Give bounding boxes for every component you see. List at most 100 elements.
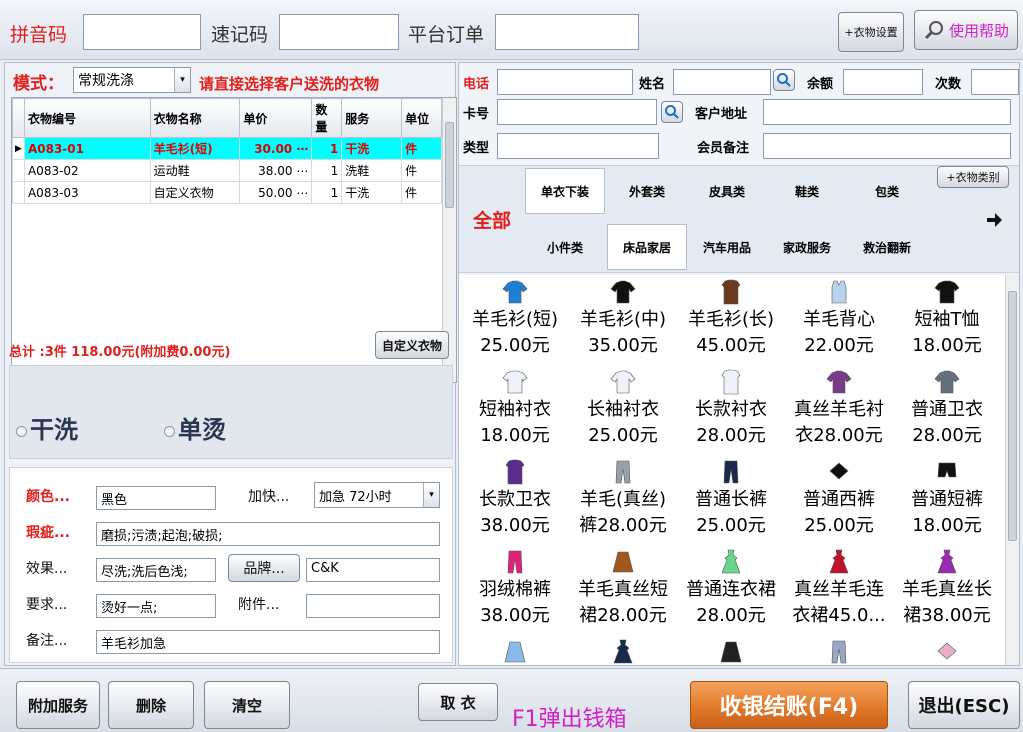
category-tab[interactable]: 皮具类 xyxy=(687,168,767,214)
effect-label[interactable]: 效果... xyxy=(26,558,67,578)
member-note-label: 会员备注 xyxy=(697,141,750,156)
extra-service-button[interactable]: 附加服务 xyxy=(16,681,100,729)
category-tab[interactable]: 鞋类 xyxy=(767,168,847,214)
product-item[interactable]: 真丝羊毛衬 衣28.00元 xyxy=(785,369,893,449)
product-item[interactable]: 长款卫衣 38.00元 xyxy=(461,459,569,539)
product-item[interactable] xyxy=(677,639,785,665)
exit-button[interactable]: 退出(ESC) xyxy=(908,681,1020,729)
product-item[interactable]: 羽绒棉裤 38.00元 xyxy=(461,549,569,629)
count-input[interactable] xyxy=(971,69,1019,95)
scrollbar-thumb[interactable] xyxy=(1008,291,1017,541)
product-item[interactable]: 真丝羊毛连 衣裙45.0... xyxy=(785,549,893,629)
suji-input[interactable] xyxy=(279,14,399,50)
scrollbar-thumb[interactable] xyxy=(445,122,454,208)
product-item[interactable]: 普通卫衣 28.00元 xyxy=(893,369,1001,449)
arrow-right-icon[interactable] xyxy=(985,212,1003,228)
product-item[interactable] xyxy=(461,639,569,665)
color-field[interactable]: 黑色 xyxy=(96,486,216,510)
category-tab[interactable]: 家政服务 xyxy=(767,224,847,270)
product-name: 长款衬衣 xyxy=(695,399,767,420)
card-input[interactable] xyxy=(497,99,657,125)
pinyin-input[interactable] xyxy=(83,14,201,50)
product-item[interactable]: 羊毛衫(长) 45.00元 xyxy=(677,279,785,359)
radio-icon[interactable] xyxy=(164,425,175,437)
help-button[interactable]: 使用帮助 xyxy=(914,10,1018,50)
product-item[interactable]: 长款衬衣 28.00元 xyxy=(677,369,785,449)
product-price: 28.00元 xyxy=(696,605,766,626)
balance-input[interactable] xyxy=(843,69,923,95)
product-item[interactable]: 羊毛衫(中) 35.00元 xyxy=(569,279,677,359)
chevron-down-icon[interactable]: ▾ xyxy=(423,483,439,507)
defect-field[interactable]: 磨损;污渍;起泡;破损; xyxy=(96,522,440,546)
category-tab[interactable]: 床品家居 xyxy=(607,224,687,270)
clothing-setting-button[interactable]: +衣物设置 xyxy=(838,12,904,52)
table-header-row: 衣物编号 衣物名称 单价 数量 服务 单位 xyxy=(12,98,442,138)
table-row[interactable]: A083-03 自定义衣物 50.00 ⋯ 1 干洗 件 xyxy=(12,181,442,204)
category-tab[interactable]: 汽车用品 xyxy=(687,224,767,270)
table-row[interactable]: ▶ A083-01 羊毛衫(短) 30.00 ⋯ 1 干洗 件 xyxy=(12,137,442,160)
phone-input[interactable] xyxy=(497,69,633,95)
product-item[interactable]: 普通连衣裙 28.00元 xyxy=(677,549,785,629)
category-tab[interactable]: 外套类 xyxy=(607,168,687,214)
product-item[interactable] xyxy=(893,639,1001,665)
table-header[interactable]: 服务 xyxy=(341,98,403,138)
brand-button[interactable]: 品牌... xyxy=(228,554,300,582)
brand-field[interactable]: C&K xyxy=(306,558,440,582)
product-item[interactable] xyxy=(785,639,893,665)
service-dry-clean[interactable]: 干洗 xyxy=(16,410,78,445)
product-item[interactable]: 普通短裤 18.00元 xyxy=(893,459,1001,539)
effect-field[interactable]: 尽洗;洗后色浅; xyxy=(96,558,216,582)
pickup-button[interactable]: 取 衣 xyxy=(418,683,498,721)
category-all[interactable]: 全部 xyxy=(473,206,511,233)
attachment-field[interactable] xyxy=(306,594,440,618)
table-header[interactable]: 单价 xyxy=(239,98,313,138)
urgent-label[interactable]: 加快... xyxy=(248,486,289,506)
name-search-button[interactable] xyxy=(773,69,795,91)
product-item[interactable]: 短袖T恤 18.00元 xyxy=(893,279,1001,359)
table-header[interactable]: 数量 xyxy=(311,98,343,138)
clear-button[interactable]: 清空 xyxy=(204,681,290,729)
member-note-input[interactable] xyxy=(763,133,1011,159)
card-search-button[interactable] xyxy=(661,101,683,123)
category-tab[interactable]: 单衣下装 xyxy=(525,168,605,214)
product-item[interactable]: 羊毛背心 22.00元 xyxy=(785,279,893,359)
urgent-select[interactable]: 加急 72小时 ▾ xyxy=(314,482,440,508)
require-label[interactable]: 要求... xyxy=(26,594,67,614)
add-category-button[interactable]: +衣物类别 xyxy=(937,166,1009,188)
product-item[interactable]: 羊毛真丝长 裙38.00元 xyxy=(893,549,1001,629)
attachment-label[interactable]: 附件... xyxy=(238,594,279,614)
custom-clothing-button[interactable]: 自定义衣物 xyxy=(375,331,449,359)
category-tab[interactable]: 救治翻新 xyxy=(847,224,927,270)
platform-order-input[interactable] xyxy=(495,14,639,50)
mode-select[interactable]: 常规洗涤 ▾ xyxy=(73,67,191,93)
product-item[interactable]: 羊毛(真丝) 裤28.00元 xyxy=(569,459,677,539)
product-item[interactable]: 羊毛衫(短) 25.00元 xyxy=(461,279,569,359)
table-row[interactable]: A083-02 运动鞋 38.00 ⋯ 1 洗鞋 件 xyxy=(12,159,442,182)
defect-label[interactable]: 瑕疵... xyxy=(26,522,70,542)
category-tab[interactable]: 包类 xyxy=(847,168,927,214)
remark-label[interactable]: 备注... xyxy=(26,630,67,650)
table-header[interactable]: 衣物编号 xyxy=(23,98,151,138)
radio-icon[interactable] xyxy=(16,425,27,437)
product-price: 衣28.00元 xyxy=(795,425,883,446)
table-header[interactable]: 单位 xyxy=(401,98,442,138)
color-label[interactable]: 颜色... xyxy=(26,486,70,506)
product-item[interactable]: 普通长裤 25.00元 xyxy=(677,459,785,539)
product-item[interactable]: 普通西裤 25.00元 xyxy=(785,459,893,539)
require-field[interactable]: 烫好一点; xyxy=(96,594,216,618)
type-input[interactable] xyxy=(497,133,659,159)
checkout-button[interactable]: 收银结账(F4) xyxy=(690,681,888,729)
product-scrollbar[interactable] xyxy=(1005,275,1019,665)
chevron-down-icon[interactable]: ▾ xyxy=(174,68,190,92)
address-input[interactable] xyxy=(763,99,1011,125)
remark-field[interactable]: 羊毛衫加急 xyxy=(96,630,440,654)
name-input[interactable] xyxy=(673,69,771,95)
category-tab[interactable]: 小件类 xyxy=(525,224,605,270)
product-item[interactable] xyxy=(569,639,677,665)
product-item[interactable]: 羊毛真丝短 裙28.00元 xyxy=(569,549,677,629)
delete-button[interactable]: 删除 xyxy=(108,681,194,729)
product-item[interactable]: 长袖衬衣 25.00元 xyxy=(569,369,677,449)
product-item[interactable]: 短袖衬衣 18.00元 xyxy=(461,369,569,449)
table-header[interactable]: 衣物名称 xyxy=(149,98,241,138)
service-iron[interactable]: 单烫 xyxy=(164,410,226,445)
